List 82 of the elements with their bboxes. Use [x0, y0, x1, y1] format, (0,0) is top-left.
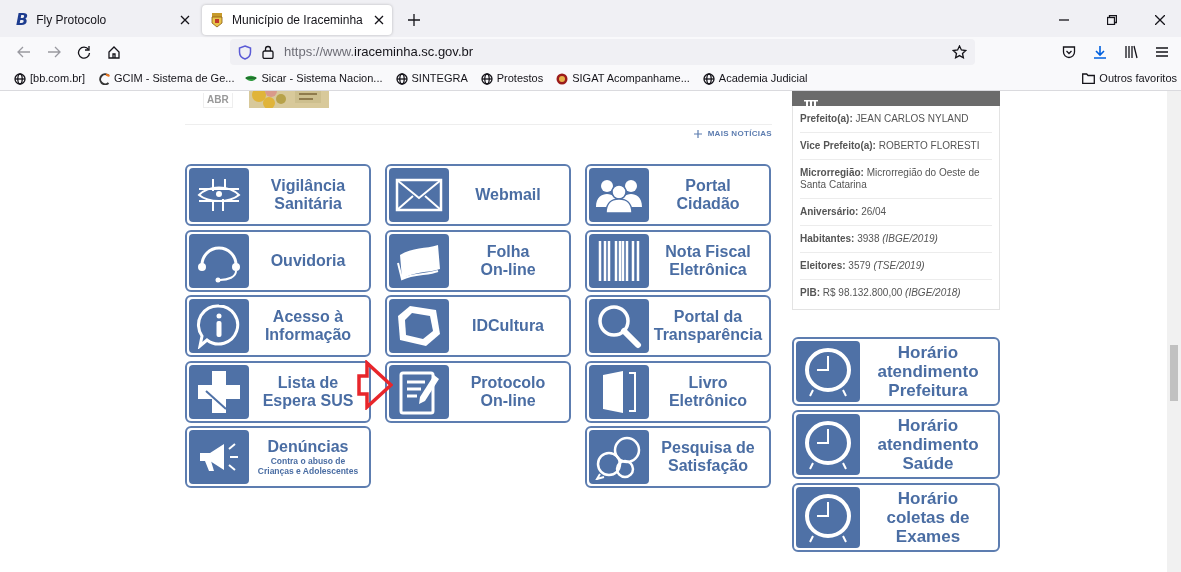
service-tile[interactable]: Horário atendimento Prefeitura	[792, 337, 1000, 406]
info-item: Microrregião: Microrregião do Oeste de Santa Catarina	[800, 160, 992, 199]
reload-icon	[77, 45, 91, 59]
library-icon[interactable]	[1124, 45, 1138, 59]
back-icon	[17, 45, 31, 59]
clock-icon	[803, 345, 853, 398]
service-tile[interactable]: Folha On-line	[385, 229, 571, 292]
globe-icon	[14, 72, 26, 85]
chat-bubbles-icon	[595, 434, 643, 480]
bookmark[interactable]: SINTEGRA	[395, 70, 475, 87]
new-tab-icon[interactable]	[408, 14, 420, 26]
search-icon	[596, 303, 642, 349]
service-tile[interactable]: Ouvidoria	[185, 229, 371, 292]
info-item: Vice Prefeito(a): ROBERTO FLORESTI	[800, 133, 992, 160]
restore-icon[interactable]	[1107, 15, 1117, 25]
building-icon	[804, 100, 818, 106]
service-tile[interactable]: Vigilância Sanitária	[185, 164, 371, 226]
tile-subtitle: Contra o abuso de Crianças e Adolescentes	[257, 456, 359, 476]
service-tile[interactable]: Portal Cidadão	[585, 164, 771, 226]
tab-title: Fly Protocolo	[36, 12, 108, 29]
service-tile[interactable]: Lista de Espera SUS	[185, 360, 371, 423]
bookmark[interactable]: [bb.com.br]	[14, 70, 93, 87]
close-icon[interactable]	[374, 15, 384, 25]
close-icon[interactable]	[180, 15, 190, 25]
bookmark[interactable]: Protestos	[480, 70, 551, 87]
globe-icon	[702, 72, 715, 85]
bookmark-folder[interactable]: Outros favoritos	[1082, 70, 1181, 87]
tab-title: Município de Iraceminha	[232, 12, 364, 29]
info-item: Aniversário: 26/04	[800, 199, 992, 226]
url-text: https://www.iraceminha.sc.gov.br	[284, 43, 474, 62]
home-icon	[107, 45, 121, 59]
annotation-arrow	[357, 360, 393, 410]
service-tile[interactable]: Webmail	[385, 164, 571, 226]
plus-icon	[693, 130, 702, 138]
folder-icon	[1082, 73, 1096, 84]
seal-icon	[556, 72, 569, 85]
info-item: PIB: R$ 98.132.800,00 (IBGE/2018)	[800, 286, 962, 300]
crest-icon	[210, 12, 224, 28]
service-tile[interactable]: Horário atendimento Saúde	[792, 410, 1000, 479]
scrollbar-thumb[interactable]	[1170, 345, 1178, 401]
forward-icon	[47, 45, 61, 59]
service-tile[interactable]: Acesso à Informação	[185, 295, 371, 357]
service-tile[interactable]: IDCultura	[385, 295, 571, 357]
favicon: B	[16, 9, 29, 31]
shield-icon	[238, 44, 252, 60]
more-news-link[interactable]: MAIS NOTÍCIAS	[693, 127, 772, 141]
star-icon[interactable]	[952, 44, 967, 60]
menu-icon[interactable]	[1155, 45, 1169, 59]
browser-tab[interactable]: Município de Iraceminha	[202, 5, 392, 35]
clock-icon	[803, 491, 853, 544]
tile-title: Denúncias	[267, 438, 349, 456]
download-icon[interactable]	[1093, 45, 1107, 59]
browser-tab[interactable]: B Fly Protocolo	[8, 5, 198, 35]
service-tile[interactable]: Pesquisa de Satisfação	[585, 426, 771, 488]
globe-icon	[395, 72, 408, 85]
close-icon[interactable]	[1155, 15, 1165, 25]
info-icon	[196, 303, 242, 349]
lock-icon	[262, 45, 274, 59]
bookmark[interactable]: SIGAT Acompanhame...	[556, 70, 697, 87]
bookmark[interactable]: GCIM - Sistema de Ge...	[98, 70, 242, 87]
service-tile[interactable]: Portal da Transparência	[585, 295, 771, 357]
service-tile[interactable]: Nota Fiscal Eletrônica	[585, 229, 771, 292]
c-logo-icon	[98, 72, 111, 85]
envelope-icon	[395, 178, 443, 212]
info-item: Prefeito(a): JEAN CARLOS NYLAND	[800, 106, 992, 133]
service-tile[interactable]: Denúncias Contra o abuso de Crianças e Adolescentes	[185, 426, 371, 488]
cross-icon	[196, 368, 242, 415]
barcode-icon	[596, 238, 642, 283]
info-item: Habitantes: 3938 (IBGE/2019)	[800, 226, 992, 253]
globe-icon	[480, 72, 493, 85]
bookmark[interactable]: Academia Judicial	[702, 70, 815, 87]
date-badge: ABR	[203, 93, 233, 108]
people-icon	[594, 177, 644, 213]
service-tile[interactable]: Protocolo On-line	[385, 360, 571, 423]
pocket-icon[interactable]	[1062, 45, 1076, 59]
hexagon-icon	[396, 303, 442, 349]
clock-icon	[803, 418, 853, 471]
bookmark[interactable]: Sicar - Sistema Nacion...	[245, 70, 390, 87]
service-tile[interactable]: Horário coletas de Exames	[792, 483, 1000, 552]
address-bar[interactable]: https://www.iraceminha.sc.gov.br	[230, 39, 975, 65]
service-tile[interactable]: Livro Eletrônico	[585, 360, 771, 423]
info-item: Eleitores: 3579 (TSE/2019)	[800, 253, 992, 280]
